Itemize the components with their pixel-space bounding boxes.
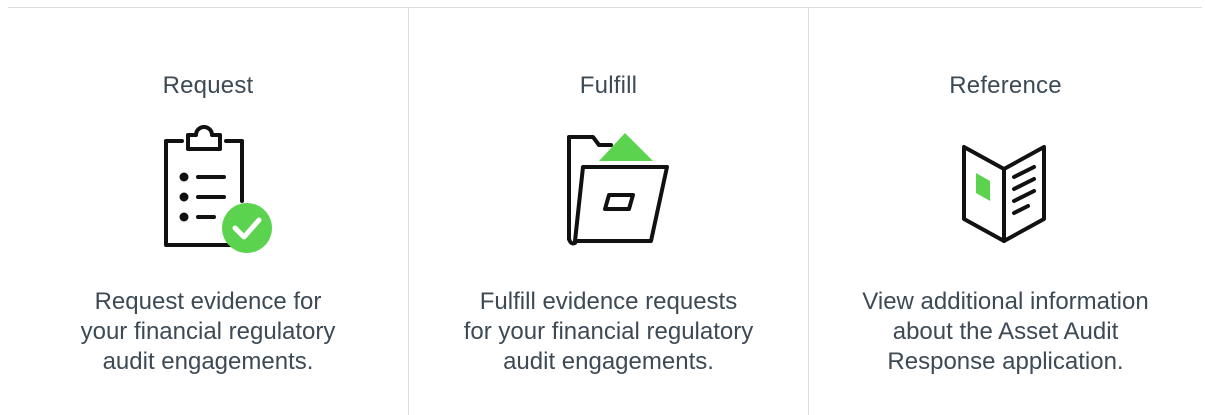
request-desc-line: Request evidence for: [94, 288, 322, 315]
fulfill-card-description: Fulfill evidence requests for your finan…: [429, 287, 789, 377]
option-cards: Request Request evidence for your financ…: [8, 8, 1202, 415]
request-desc-line: your financial regulatory: [80, 318, 336, 345]
fulfill-card[interactable]: Fulfill Fulfill evidence requests for yo…: [408, 8, 808, 415]
reference-card-title: Reference: [949, 72, 1062, 99]
request-card[interactable]: Request Request evidence for your financ…: [8, 8, 408, 415]
folder-upload-icon: [539, 121, 679, 253]
reference-desc-line: about the Asset Audit: [892, 318, 1119, 345]
reference-desc-line: Response application.: [887, 348, 1124, 375]
reference-desc-line: View additional information: [862, 288, 1149, 315]
reference-card[interactable]: Reference View additional information ab…: [808, 8, 1202, 415]
clipboard-check-icon: [138, 121, 278, 253]
fulfill-desc-line: for your financial regulatory: [463, 318, 754, 345]
fulfill-desc-line: Fulfill evidence requests: [479, 288, 738, 315]
reference-card-description: View additional information about the As…: [826, 287, 1186, 377]
request-card-title: Request: [162, 72, 254, 99]
fulfill-card-title: Fulfill: [579, 72, 638, 99]
open-book-icon: [936, 121, 1076, 253]
request-desc-line: audit engagements.: [102, 348, 314, 375]
fulfill-desc-line: audit engagements.: [503, 348, 714, 375]
request-card-description: Request evidence for your financial regu…: [28, 287, 388, 377]
